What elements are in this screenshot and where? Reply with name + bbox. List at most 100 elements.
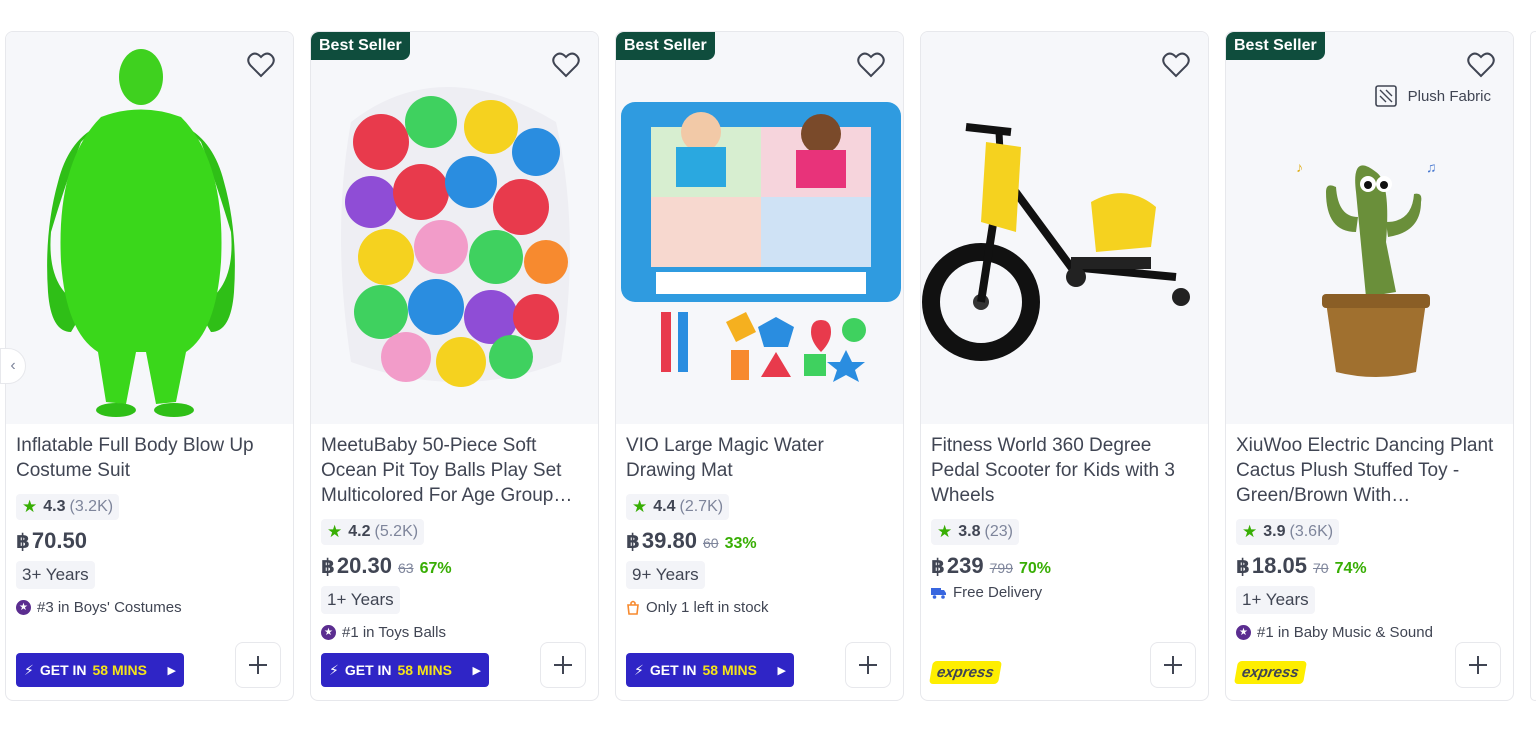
fabric-icon [1374, 85, 1397, 107]
truck-icon [931, 587, 946, 599]
rating-count: 3.2K [74, 498, 108, 515]
heart-icon [1467, 52, 1495, 78]
star-icon: ★ [1242, 522, 1258, 541]
product-image[interactable] [311, 32, 598, 424]
wishlist-button[interactable] [247, 52, 275, 78]
rating-count: 23 [989, 523, 1008, 540]
product-title[interactable]: XiuWoo Electric Dancing Plant Cactus Plu… [1236, 433, 1504, 508]
wishlist-button[interactable] [857, 52, 885, 78]
green-costume-image [47, 49, 235, 417]
price-value: 239 [946, 553, 984, 578]
rating-value: 3.8 [958, 523, 981, 540]
free-delivery-label: Free Delivery [953, 584, 1043, 601]
caret-right-icon: ▶ [167, 664, 176, 677]
rank-icon: ★ [321, 625, 336, 640]
fast-mins: 58 MINS [397, 662, 452, 678]
wishlist-button[interactable] [1467, 52, 1495, 78]
product-card[interactable]: Best Seller MeetuBaby 50-Piece Soft Ocea… [310, 31, 599, 701]
next-card-edge [1530, 31, 1536, 701]
product-image[interactable] [921, 32, 1208, 424]
currency-symbol: ฿ [626, 531, 640, 553]
rank-label: #1 in Toys Balls [342, 624, 446, 641]
add-to-cart-button[interactable] [1150, 642, 1196, 688]
product-image[interactable] [6, 32, 293, 424]
add-to-cart-button[interactable] [540, 642, 586, 688]
age-badge: 1+ Years [321, 586, 400, 614]
rating-count: 2.7K [684, 498, 718, 515]
add-to-cart-button[interactable] [1455, 642, 1501, 688]
express-badge: express [1233, 661, 1307, 684]
rating-count-close: ) [1327, 523, 1334, 540]
rating-value: 4.4 [653, 498, 676, 515]
plus-icon [554, 656, 572, 674]
product-title[interactable]: MeetuBaby 50-Piece Soft Ocean Pit Toy Ba… [321, 433, 589, 508]
lightning-icon: ⚡ [24, 661, 34, 678]
rating-pill: ★ 4.4 (2.7K) [626, 494, 730, 520]
caret-right-icon: ▶ [777, 664, 786, 677]
product-card[interactable]: Best Seller VIO Large Magic Water Drawin… [615, 31, 904, 701]
material-tag: Plush Fabric [1374, 84, 1491, 108]
fast-mins: 58 MINS [92, 662, 147, 678]
rating-value: 4.2 [348, 523, 371, 540]
caret-right-icon: ▶ [472, 664, 481, 677]
currency-symbol: ฿ [931, 556, 945, 578]
product-card[interactable]: Fitness World 360 Degree Pedal Scooter f… [920, 31, 1209, 701]
express-badge: express [928, 661, 1002, 684]
product-title[interactable]: Inflatable Full Body Blow Up Costume Sui… [16, 433, 284, 483]
lightning-icon: ⚡ [634, 661, 644, 678]
old-price: 63 [397, 560, 414, 576]
bag-icon [627, 600, 639, 615]
add-to-cart-button[interactable] [845, 642, 891, 688]
add-to-cart-button[interactable] [235, 642, 281, 688]
rating-count-close: ) [107, 498, 114, 515]
stock-warning: Only 1 left in stock [626, 599, 769, 616]
fast-delivery-badge[interactable]: ⚡ GET IN 58 MINS ▶ [16, 653, 184, 687]
fast-prefix: GET IN [39, 662, 87, 678]
age-badge: 9+ Years [626, 561, 705, 589]
currency-symbol: ฿ [16, 531, 30, 553]
product-title[interactable]: VIO Large Magic Water Drawing Mat [626, 433, 894, 483]
product-carousel: Inflatable Full Body Blow Up Costume Sui… [5, 31, 1536, 701]
age-badge: 3+ Years [16, 561, 95, 589]
star-icon: ★ [22, 497, 38, 516]
bestseller-rank: ★ #1 in Toys Balls [321, 624, 446, 641]
discount-label: 74% [1334, 560, 1367, 577]
rating-pill: ★ 4.3 (3.2K) [16, 494, 120, 520]
fast-delivery-badge[interactable]: ⚡ GET IN 58 MINS ▶ [626, 653, 794, 687]
price-block: ฿ 18.05 70 74% [1236, 553, 1367, 579]
product-image[interactable] [616, 32, 903, 424]
heart-icon [857, 52, 885, 78]
pedal-scooter-image [922, 123, 1190, 361]
price-value: 70.50 [31, 528, 87, 553]
price-block: ฿ 39.80 60 33% [626, 528, 757, 554]
heart-icon [552, 52, 580, 78]
rating-count-close: ) [1007, 523, 1013, 540]
bestseller-rank: ★ #3 in Boys' Costumes [16, 599, 182, 616]
water-drawing-mat-image [621, 102, 901, 382]
product-card[interactable]: Inflatable Full Body Blow Up Costume Sui… [5, 31, 294, 701]
discount-label: 67% [419, 560, 452, 577]
stock-label: Only 1 left in stock [646, 599, 769, 616]
rating-pill: ★ 3.8 (23) [931, 519, 1019, 545]
best-seller-badge: Best Seller [1226, 32, 1325, 60]
currency-symbol: ฿ [1236, 556, 1250, 578]
wishlist-button[interactable] [552, 52, 580, 78]
ball-pit-image [341, 87, 570, 387]
fast-prefix: GET IN [649, 662, 697, 678]
rating-pill: ★ 3.9 (3.6K) [1236, 519, 1340, 545]
old-price: 799 [989, 560, 1013, 576]
heart-icon [1162, 52, 1190, 78]
wishlist-button[interactable] [1162, 52, 1190, 78]
price-block: ฿ 20.30 63 67% [321, 553, 452, 579]
fast-delivery-badge[interactable]: ⚡ GET IN 58 MINS ▶ [321, 653, 489, 687]
price-block: ฿ 70.50 [16, 528, 87, 554]
product-title[interactable]: Fitness World 360 Degree Pedal Scooter f… [931, 433, 1199, 508]
free-delivery: Free Delivery [931, 584, 1042, 601]
product-card[interactable]: ♪ ♫ Best Seller Plush Fabric XiuWoo Elec… [1225, 31, 1514, 701]
rating-value: 3.9 [1263, 523, 1286, 540]
discount-label: 70% [1019, 560, 1052, 577]
rating-count-close: ) [412, 523, 419, 540]
plus-icon [1469, 656, 1487, 674]
rating-count: 3.6K [1294, 523, 1328, 540]
rank-label: #3 in Boys' Costumes [37, 599, 182, 616]
